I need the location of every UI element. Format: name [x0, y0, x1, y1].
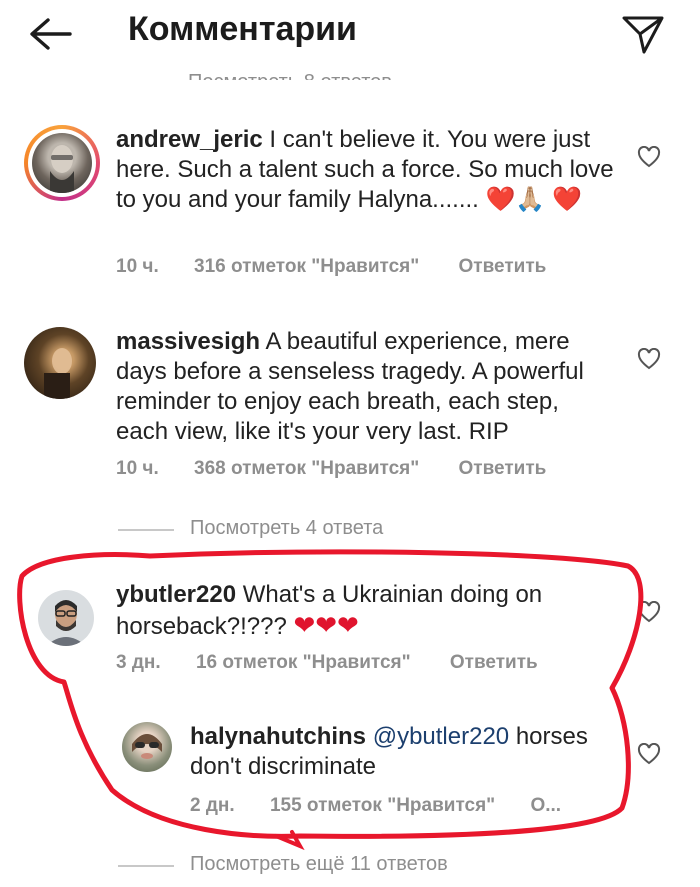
view-more-replies-link[interactable]: Посмотреть ещё 11 ответов — [190, 853, 448, 876]
comment-body: andrew_jeric I can't believe it. You wer… — [116, 125, 616, 215]
comment-meta: 3 дн. 16 отметок "Нравится" Ответить — [116, 652, 538, 674]
reply-body: halynahutchins @ybutler220 horses don't … — [190, 722, 610, 782]
view-replies-link-top[interactable]: Посмотреть 8 ответов — [188, 62, 392, 80]
comment-time: 10 ч. — [116, 458, 159, 479]
avatar-photo-icon — [132, 734, 162, 759]
reply-button[interactable]: Ответить — [459, 458, 547, 479]
view-replies-link[interactable]: Посмотреть 4 ответа — [190, 517, 383, 540]
comment-time: 10 ч. — [116, 256, 159, 277]
comment-emoji: ❤❤❤ — [293, 610, 359, 640]
avatar-photo-icon — [44, 348, 72, 399]
page-title: Комментарии — [128, 10, 357, 48]
replies-divider — [118, 865, 174, 867]
comment-meta: 10 ч. 368 отметок "Нравится" Ответить — [116, 458, 546, 480]
avatar[interactable] — [122, 722, 172, 772]
avatar[interactable] — [32, 133, 92, 193]
comment-username[interactable]: andrew_jeric — [116, 126, 263, 153]
like-comment-button[interactable] — [637, 145, 661, 173]
reply-meta: 2 дн. 155 отметок "Нравится" О... — [190, 795, 561, 817]
comment-likes[interactable]: 316 отметок "Нравится" — [194, 256, 419, 277]
avatar-photo-icon — [46, 600, 86, 646]
avatar[interactable] — [24, 327, 96, 399]
reply-username[interactable]: halynahutchins — [190, 723, 366, 750]
reply-button[interactable]: О... — [530, 795, 561, 816]
reply-likes[interactable]: 155 отметок "Нравится" — [270, 795, 495, 816]
share-button[interactable] — [614, 8, 670, 56]
avatar[interactable] — [38, 590, 94, 646]
comment-body: ybutler220 What's a Ukrainian doing on h… — [116, 580, 606, 642]
send-icon — [622, 16, 664, 54]
reply-button[interactable]: Ответить — [459, 256, 547, 277]
avatar-photo-icon — [50, 145, 74, 193]
comment-time: 3 дн. — [116, 652, 161, 673]
like-comment-button[interactable] — [637, 347, 661, 375]
comment-likes[interactable]: 368 отметок "Нравится" — [194, 458, 419, 479]
replies-divider — [118, 529, 174, 531]
comment-meta: 10 ч. 316 отметок "Нравится" Ответить — [116, 256, 546, 278]
heart-outline-icon — [637, 145, 661, 168]
back-button[interactable] — [20, 12, 76, 56]
heart-outline-icon — [637, 347, 661, 370]
heart-outline-icon — [637, 600, 661, 623]
comment-body: massivesigh A beautiful experience, mere… — [116, 327, 616, 447]
reply-button[interactable]: Ответить — [450, 652, 538, 673]
mention-link[interactable]: @ybutler220 — [373, 723, 509, 750]
comment-username[interactable]: ybutler220 — [116, 581, 236, 608]
like-comment-button[interactable] — [637, 600, 661, 628]
reply-time: 2 дн. — [190, 795, 235, 816]
comment-emoji: ❤️🙏🏼 ❤️ — [485, 186, 582, 213]
back-arrow-icon — [30, 18, 72, 50]
like-reply-button[interactable] — [637, 742, 661, 770]
comment-likes[interactable]: 16 отметок "Нравится" — [196, 652, 411, 673]
heart-outline-icon — [637, 742, 661, 765]
comment-username[interactable]: massivesigh — [116, 328, 260, 355]
